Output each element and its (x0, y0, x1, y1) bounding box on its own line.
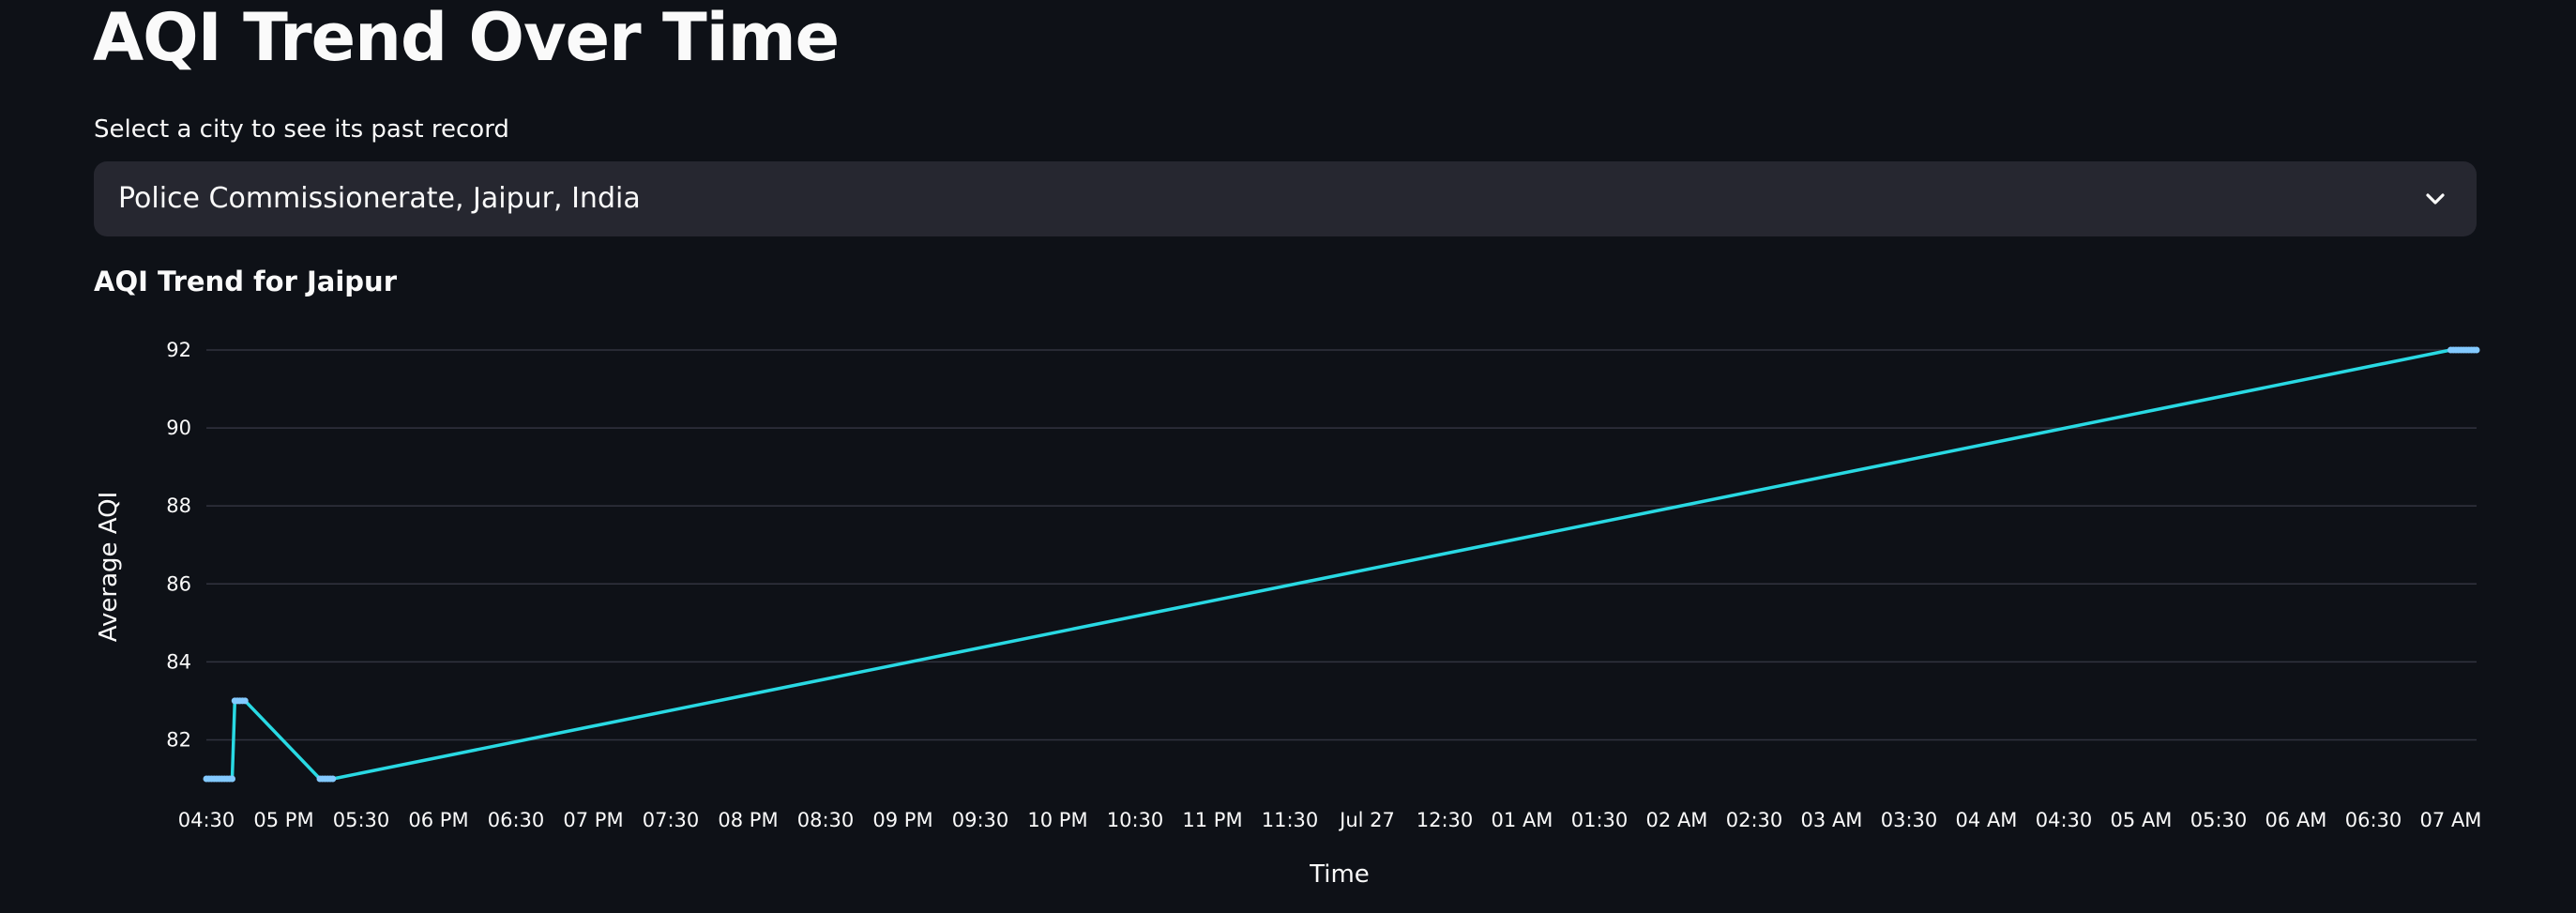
x-tick-label: 07:30 (643, 809, 700, 831)
x-tick-label: 08 PM (718, 809, 778, 831)
y-tick-label: 86 (166, 572, 191, 595)
x-axis-ticks: 04:30 05 PM 05:30 06 PM 06:30 07 PM 07:30 08 PM… (178, 809, 2482, 831)
x-tick-label: 04:30 (2036, 809, 2093, 831)
data-point (2473, 346, 2480, 354)
x-tick-label: 01 AM (1492, 809, 1553, 831)
y-tick-label: 84 (166, 650, 191, 673)
x-tick-label: 06 AM (2265, 809, 2327, 831)
y-tick-label: 92 (166, 339, 191, 361)
x-tick-label: 01:30 (1571, 809, 1629, 831)
y-axis-ticks: 82 84 86 88 90 92 (166, 339, 191, 751)
data-point (229, 775, 235, 783)
x-tick-label: 10:30 (1107, 809, 1164, 831)
y-tick-label: 88 (166, 495, 191, 517)
x-tick-label: 07 PM (563, 809, 623, 831)
x-tick-label: 11 PM (1182, 809, 1242, 831)
x-tick-label: 07 AM (2420, 809, 2482, 831)
x-tick-label: 10 PM (1027, 809, 1087, 831)
x-tick-label: 09:30 (952, 809, 1009, 831)
series-line (206, 348, 2477, 781)
x-tick-label: 04 AM (1956, 809, 2018, 831)
x-tick-label: 04:30 (178, 809, 235, 831)
y-tick-label: 90 (166, 417, 191, 439)
x-tick-label: 05:30 (333, 809, 390, 831)
series-aqi (203, 346, 2480, 783)
x-tick-label: 09 PM (872, 809, 932, 831)
data-point (241, 697, 249, 705)
x-tick-label: 06:30 (488, 809, 545, 831)
x-tick-label: 11:30 (1262, 809, 1319, 831)
x-tick-label: 02 AM (1646, 809, 1708, 831)
x-axis-title: Time (1309, 860, 1370, 889)
y-tick-label: 82 (166, 728, 191, 751)
x-tick-label: 02:30 (1726, 809, 1783, 831)
data-point (329, 775, 337, 783)
x-tick-label: 03:30 (1881, 809, 1938, 831)
y-axis-title: Average AQI (95, 492, 123, 643)
grid-lines (206, 349, 2477, 741)
x-tick-label: 05:30 (2190, 809, 2248, 831)
x-tick-label: 06:30 (2345, 809, 2402, 831)
x-tick-label: 03 AM (1801, 809, 1863, 831)
x-tick-label: 12:30 (1417, 809, 1474, 831)
x-tick-label: 08:30 (797, 809, 855, 831)
aqi-line-chart: 82 84 86 88 90 92 04:30 05 PM 05:30 06 PM 06:30 07… (95, 339, 2482, 889)
x-tick-label: 06 PM (408, 809, 468, 831)
x-tick-label: 05 PM (253, 809, 313, 831)
x-tick-label: 05 AM (2111, 809, 2173, 831)
x-tick-label: Jul 27 (1338, 809, 1395, 831)
